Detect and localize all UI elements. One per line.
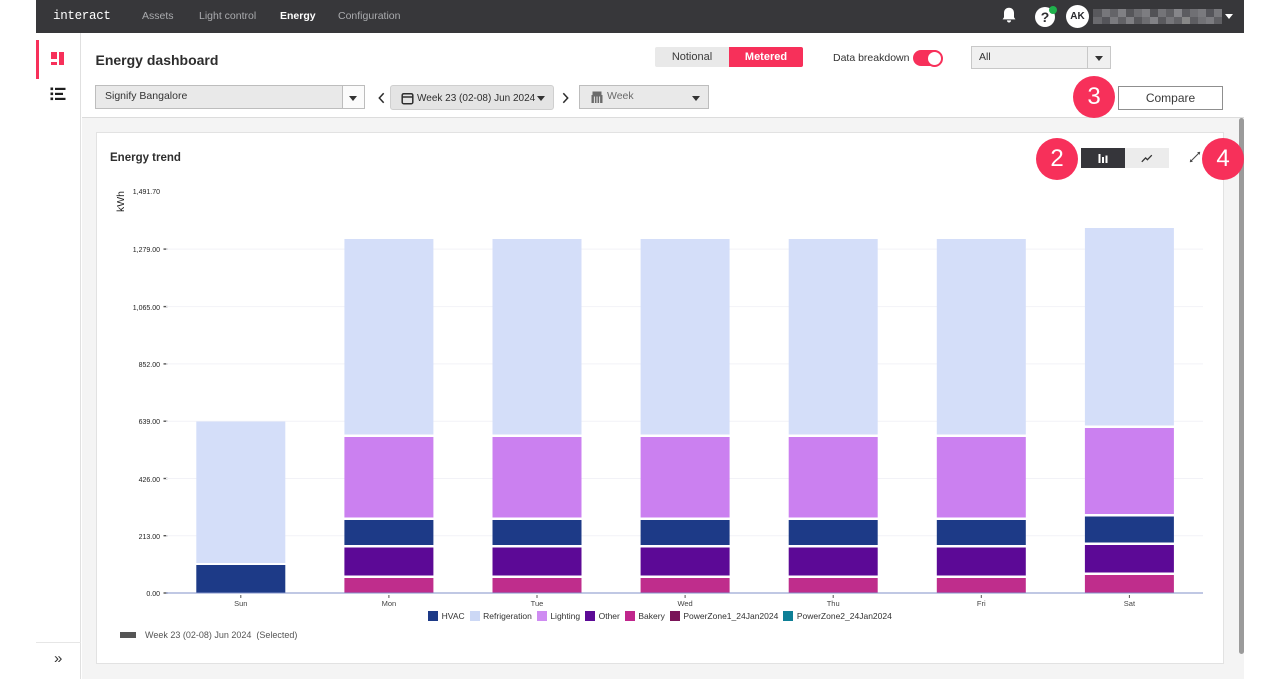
svg-text:kWh: kWh	[115, 191, 127, 212]
svg-text:1,279.00: 1,279.00	[133, 247, 160, 254]
svg-text:852.00: 852.00	[139, 362, 161, 369]
svg-text:0.00: 0.00	[146, 591, 160, 598]
svg-text:Sun: Sun	[234, 599, 247, 608]
svg-text:Mon: Mon	[382, 599, 397, 608]
svg-text:1,065.00: 1,065.00	[133, 305, 160, 312]
svg-text:639.00: 639.00	[139, 419, 161, 426]
svg-text:Thu: Thu	[827, 599, 840, 608]
svg-text:Wed: Wed	[677, 599, 692, 608]
svg-text:Fri: Fri	[977, 599, 986, 608]
svg-text:426.00: 426.00	[139, 477, 161, 484]
svg-text:1,491.70: 1,491.70	[133, 189, 160, 196]
svg-text:Tue: Tue	[531, 599, 544, 608]
svg-text:Sat: Sat	[1124, 599, 1136, 608]
svg-text:213.00: 213.00	[139, 534, 161, 541]
